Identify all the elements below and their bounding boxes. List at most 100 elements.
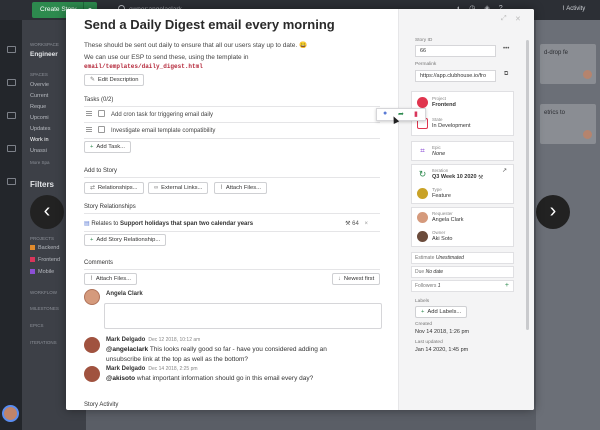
story-id-field[interactable]: 66: [415, 45, 496, 57]
divider: [84, 231, 380, 232]
due-key: Due: [415, 269, 425, 275]
more-icon[interactable]: •••: [503, 46, 509, 52]
milestones-icon[interactable]: [6, 112, 16, 119]
iteration-selector[interactable]: ↻ Iteration Q3 Week 10 2020: [415, 165, 512, 185]
add-labels-button[interactable]: + Add Labels...: [415, 306, 468, 318]
activity-link[interactable]: ⌇ Activity: [562, 5, 585, 12]
epics-icon[interactable]: [6, 79, 16, 86]
attach-files-button[interactable]: ⌇ Attach Files...: [214, 182, 267, 194]
add-story-relationship-button[interactable]: + Add Story Relationship...: [84, 234, 167, 246]
type-selector[interactable]: Type Feature: [415, 184, 512, 204]
sort-comments-button[interactable]: ↓ Newest first: [332, 273, 381, 285]
previous-story-button[interactable]: ‹: [30, 195, 64, 229]
task-label[interactable]: Add cron task for triggering email daily: [111, 112, 213, 118]
drag-handle-icon[interactable]: [86, 127, 92, 132]
state-selector[interactable]: State In Development: [415, 114, 512, 134]
add-follower-icon[interactable]: +: [505, 281, 509, 291]
comment-mention[interactable]: @akisoto: [106, 375, 135, 382]
sidebar-item-space[interactable]: Work in: [30, 137, 49, 143]
stories-icon[interactable]: [6, 46, 16, 53]
task-row[interactable]: Add cron task for triggering email daily: [84, 108, 380, 122]
external-links-button[interactable]: ∞ External Links...: [148, 182, 209, 194]
sidebar-item-project[interactable]: Backend: [30, 245, 59, 251]
sidebar-item-space[interactable]: Updates: [30, 126, 51, 132]
paperclip-icon: ⌇: [90, 276, 93, 282]
epic-selector[interactable]: ⌗ Epic None: [415, 142, 512, 162]
requester-selector[interactable]: Requester Angela Clark: [415, 208, 512, 228]
assign-user-icon[interactable]: ●: [383, 110, 387, 117]
comment-author-name: Mark Delgado: [106, 366, 146, 372]
comment-mention[interactable]: @angelaclark: [106, 346, 148, 353]
external-link-icon[interactable]: ↗: [502, 167, 507, 174]
sidebar-item-project[interactable]: Mobile: [30, 269, 54, 275]
epics-heading[interactable]: EPICS: [30, 323, 44, 328]
owner-selector[interactable]: Owner Aki Soto: [415, 227, 512, 247]
sidebar-item-space[interactable]: Current: [30, 93, 48, 99]
workspace-name[interactable]: Engineer: [30, 51, 58, 58]
sidebar-item-space[interactable]: Overvie: [30, 82, 49, 88]
milestones-heading[interactable]: MILESTONES: [30, 306, 59, 311]
relationship-row[interactable]: ▤ Relates to Support holidays that span …: [84, 218, 380, 230]
add-story-relationship-label: Add Story Relationship...: [96, 237, 161, 243]
close-icon[interactable]: ✕: [515, 15, 521, 23]
add-task-button[interactable]: + Add Task...: [84, 141, 131, 153]
due-date-selector[interactable]: Due No date: [411, 266, 514, 278]
followers-key: Followers: [415, 283, 437, 289]
story-id-label: Story ID: [415, 38, 433, 43]
task-label[interactable]: Investigate email template compatibility: [111, 128, 215, 134]
comment-input[interactable]: [104, 303, 382, 329]
iterations-heading[interactable]: ITERATIONS: [30, 340, 57, 345]
external-links-label: External Links...: [161, 185, 203, 191]
relationship-target-link[interactable]: Support holidays that span two calendar …: [120, 221, 253, 227]
edit-description-button[interactable]: ✎ Edit Description: [84, 74, 145, 86]
add-labels-label: Add Labels...: [427, 309, 462, 315]
divider: [84, 106, 380, 107]
project-color-icon: [417, 97, 428, 108]
avatar: [583, 130, 592, 139]
expand-icon[interactable]: ⤢: [501, 15, 507, 23]
project-selector[interactable]: Project Frontend: [415, 93, 512, 113]
sidebar-item-space[interactable]: Upcomi: [30, 115, 49, 121]
followers-selector[interactable]: Followers 1 +: [411, 280, 514, 292]
requester-value: Angela Clark: [432, 217, 464, 223]
avatar: [84, 337, 100, 353]
drag-handle-icon[interactable]: [86, 111, 92, 116]
comment-body: @akisoto what important information shou…: [106, 374, 332, 384]
permalink-field[interactable]: https://app.clubhouse.io/fro: [415, 70, 496, 82]
relationships-label: Relationships...: [97, 185, 138, 191]
story-card[interactable]: etrics to: [540, 104, 596, 144]
permalink-label: Permalink: [415, 62, 437, 67]
relationships-button[interactable]: ⇄ Relationships...: [84, 182, 144, 194]
avatar[interactable]: [2, 405, 19, 422]
story-title[interactable]: Send a Daily Digest email every morning: [84, 17, 335, 32]
sidebar-item-space[interactable]: Reque: [30, 104, 46, 110]
estimate-selector[interactable]: Estimate Unestimated: [411, 252, 514, 264]
workflow-heading[interactable]: WORKFLOW: [30, 290, 57, 295]
state-key: State: [432, 117, 443, 122]
trash-icon[interactable]: ▮: [414, 110, 418, 118]
sidebar-item-space[interactable]: Unassi: [30, 148, 47, 154]
reports-icon[interactable]: [6, 145, 16, 152]
comment-author-name: Mark Delgado: [106, 337, 146, 343]
convert-arrow-icon[interactable]: ➦: [398, 110, 404, 118]
copy-icon[interactable]: ⧉: [504, 71, 508, 78]
story-main-panel: Send a Daily Digest email every morning …: [66, 9, 398, 410]
task-checkbox[interactable]: [98, 110, 105, 117]
comment-author: Mark Delgado Dec 14 2018, 2:25 pm: [106, 366, 198, 372]
chevron-left-icon: ‹: [43, 200, 51, 222]
attach-files-comment-button[interactable]: ⌇ Attach Files...: [84, 273, 137, 285]
comment-author: Mark Delgado Dec 12 2018, 10:12 am: [106, 337, 200, 343]
task-checkbox[interactable]: [98, 126, 105, 133]
story-card[interactable]: d-drop fe: [540, 44, 596, 84]
relationship-icon: ▤: [84, 221, 90, 227]
task-row[interactable]: Investigate email template compatibility: [84, 124, 380, 138]
iteration-value: Q3 Week 10 2020: [432, 174, 477, 180]
sidebar-item-project[interactable]: Frontend: [30, 257, 60, 263]
settings-icon[interactable]: [6, 178, 16, 185]
next-story-button[interactable]: ›: [536, 195, 570, 229]
sidebar-item-more-spaces[interactable]: More Spa: [30, 160, 50, 165]
story-card-title: etrics to: [544, 110, 566, 116]
feature-icon: [417, 188, 428, 199]
close-icon[interactable]: ×: [364, 221, 368, 227]
scrollbar[interactable]: [526, 40, 529, 330]
